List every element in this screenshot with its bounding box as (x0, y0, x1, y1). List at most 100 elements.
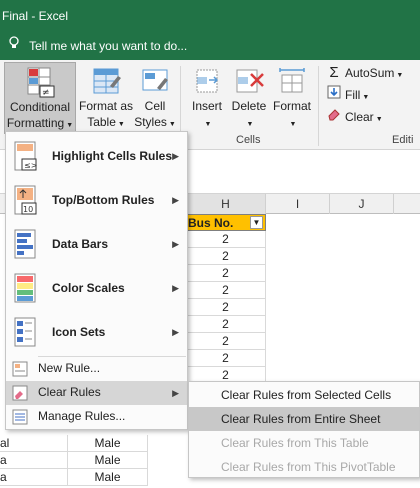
bus-cell[interactable]: 2 (186, 231, 266, 248)
submenu-item-clear-this-table: Clear Rules from This Table (221, 436, 369, 450)
highlight-cells-label: Highlight Cells Rules (52, 149, 173, 163)
conditional-formatting-menu: ≤> Highlight Cells Rules ▶ 10 Top/Bottom… (5, 131, 188, 430)
chevron-down-icon: ▼ (117, 121, 125, 128)
insert-label: Insert (191, 99, 222, 113)
color-scales-icon (12, 272, 38, 304)
clear-label: Clear (345, 110, 374, 124)
top-bottom-label: Top/Bottom Rules (52, 193, 155, 207)
tell-me-box[interactable]: Tell me what you want to do... (0, 32, 420, 60)
menu-item-clear-rules[interactable]: Clear Rules ▶ (6, 381, 187, 405)
svg-text:≠: ≠ (42, 88, 50, 98)
bus-cell[interactable]: 2 (186, 316, 266, 333)
title-bar: Final - Excel (0, 0, 420, 32)
conditional-formatting-button[interactable]: ≠ Conditional Formatting ▼ (4, 62, 76, 134)
bus-cell[interactable]: 2 (186, 282, 266, 299)
color-scales-label: Color Scales (52, 281, 125, 295)
insert-cells-icon (189, 64, 225, 98)
chevron-right-icon: ▶ (172, 195, 179, 205)
insert-button[interactable]: Insert ▼ (186, 62, 228, 134)
chevron-down-icon: ▼ (396, 72, 404, 79)
column-header-j[interactable]: J (330, 194, 394, 214)
chevron-right-icon: ▶ (172, 283, 179, 293)
sigma-icon: Σ (329, 64, 339, 81)
cell-styles-label-2: Styles (134, 115, 167, 129)
svg-text:≤>: ≤> (24, 161, 37, 170)
tell-me-text: Tell me what you want to do... (29, 39, 188, 53)
format-table-icon (88, 64, 124, 98)
chevron-right-icon: ▶ (172, 388, 179, 398)
format-table-label-2: Table (87, 115, 116, 129)
cell-styles-icon (137, 64, 173, 98)
new-rule-icon (12, 361, 28, 377)
bus-cell[interactable]: 2 (186, 248, 266, 265)
cell-styles-button[interactable]: Cell Styles ▼ (134, 62, 176, 134)
gender-cell[interactable]: Male (68, 469, 148, 486)
format-button[interactable]: Format ▼ (270, 62, 314, 134)
chevron-down-icon: ▼ (375, 116, 383, 123)
chevron-right-icon: ▶ (172, 151, 179, 161)
group-separator (318, 66, 319, 146)
column-header-h[interactable]: H (186, 194, 266, 214)
name-fragment-cell[interactable]: a (0, 469, 68, 486)
gender-cell[interactable]: Male (68, 435, 148, 452)
delete-cells-icon (231, 64, 267, 98)
submenu-item-clear-this-pivottable: Clear Rules from This PivotTable (221, 460, 396, 474)
filter-icon[interactable]: ▼ (250, 216, 263, 229)
bus-cell[interactable]: 2 (186, 299, 266, 316)
svg-text:10: 10 (23, 205, 33, 214)
menu-item-new-rule[interactable]: New Rule... (6, 357, 187, 381)
menu-item-manage-rules[interactable]: Manage Rules... (6, 405, 187, 429)
chevron-down-icon: ▼ (66, 122, 74, 129)
bus-cell[interactable]: 2 (186, 265, 266, 282)
fill-label: Fill (345, 88, 361, 102)
autosum-button[interactable]: Σ AutoSum ▼ (326, 63, 403, 83)
icon-sets-label: Icon Sets (52, 325, 106, 339)
format-as-table-button[interactable]: Format as Table ▼ (78, 62, 134, 134)
chevron-right-icon: ▶ (172, 239, 179, 249)
delete-label: Delete (231, 99, 267, 113)
name-fragment-cell[interactable]: a (0, 452, 68, 469)
cells-group-label: Cells (236, 134, 261, 146)
chevron-down-icon: ▼ (204, 121, 212, 128)
highlight-cells-icon: ≤> (12, 140, 38, 172)
lightbulb-icon (8, 32, 22, 60)
cell-styles-label-1: Cell (144, 99, 166, 113)
submenu-item-clear-selected-cells[interactable]: Clear Rules from Selected Cells (189, 383, 419, 407)
fill-button[interactable]: Fill ▼ (326, 85, 369, 105)
bus-cell[interactable]: 2 (186, 350, 266, 367)
chevron-down-icon: ▼ (168, 121, 176, 128)
bus-cell[interactable]: 2 (186, 333, 266, 350)
menu-item-top-bottom-rules[interactable]: 10 Top/Bottom Rules ▶ (6, 178, 187, 222)
cf-label-2: Formatting (6, 116, 65, 130)
eraser-icon (326, 107, 342, 127)
menu-item-data-bars[interactable]: Data Bars ▶ (6, 222, 187, 266)
manage-rules-label: Manage Rules... (38, 409, 126, 423)
data-bars-label: Data Bars (52, 237, 109, 251)
chevron-down-icon: ▼ (289, 121, 297, 128)
submenu-item-clear-entire-sheet[interactable]: Clear Rules from Entire Sheet (189, 407, 419, 431)
conditional-formatting-icon: ≠ (22, 65, 58, 99)
column-header-i[interactable]: I (266, 194, 330, 214)
name-fragment-cell[interactable]: al (0, 435, 68, 452)
delete-button[interactable]: Delete ▼ (228, 62, 270, 134)
autosum-label: AutoSum (345, 66, 395, 80)
menu-item-icon-sets[interactable]: Icon Sets ▶ (6, 310, 187, 354)
format-label: Format (272, 99, 311, 113)
cf-label-1: Conditional (9, 100, 71, 114)
clear-rules-submenu: Clear Rules from Selected Cells Clear Ru… (188, 381, 420, 478)
window-title: Final - Excel (2, 9, 69, 23)
fill-down-icon (326, 85, 342, 105)
chevron-down-icon: ▼ (246, 121, 254, 128)
format-table-label-1: Format as (78, 99, 133, 113)
chevron-down-icon: ▼ (362, 94, 370, 101)
bus-no-header-text: Bus No. (188, 216, 234, 230)
format-cells-icon (274, 64, 310, 98)
bus-no-header-cell[interactable]: Bus No. ▼ (186, 214, 266, 231)
menu-item-color-scales[interactable]: Color Scales ▶ (6, 266, 187, 310)
new-rule-label: New Rule... (38, 361, 101, 375)
editing-group-label: Editi (392, 134, 414, 146)
menu-item-highlight-cells-rules[interactable]: ≤> Highlight Cells Rules ▶ (6, 134, 187, 178)
chevron-right-icon: ▶ (172, 327, 179, 337)
gender-cell[interactable]: Male (68, 452, 148, 469)
clear-button[interactable]: Clear ▼ (326, 107, 383, 127)
